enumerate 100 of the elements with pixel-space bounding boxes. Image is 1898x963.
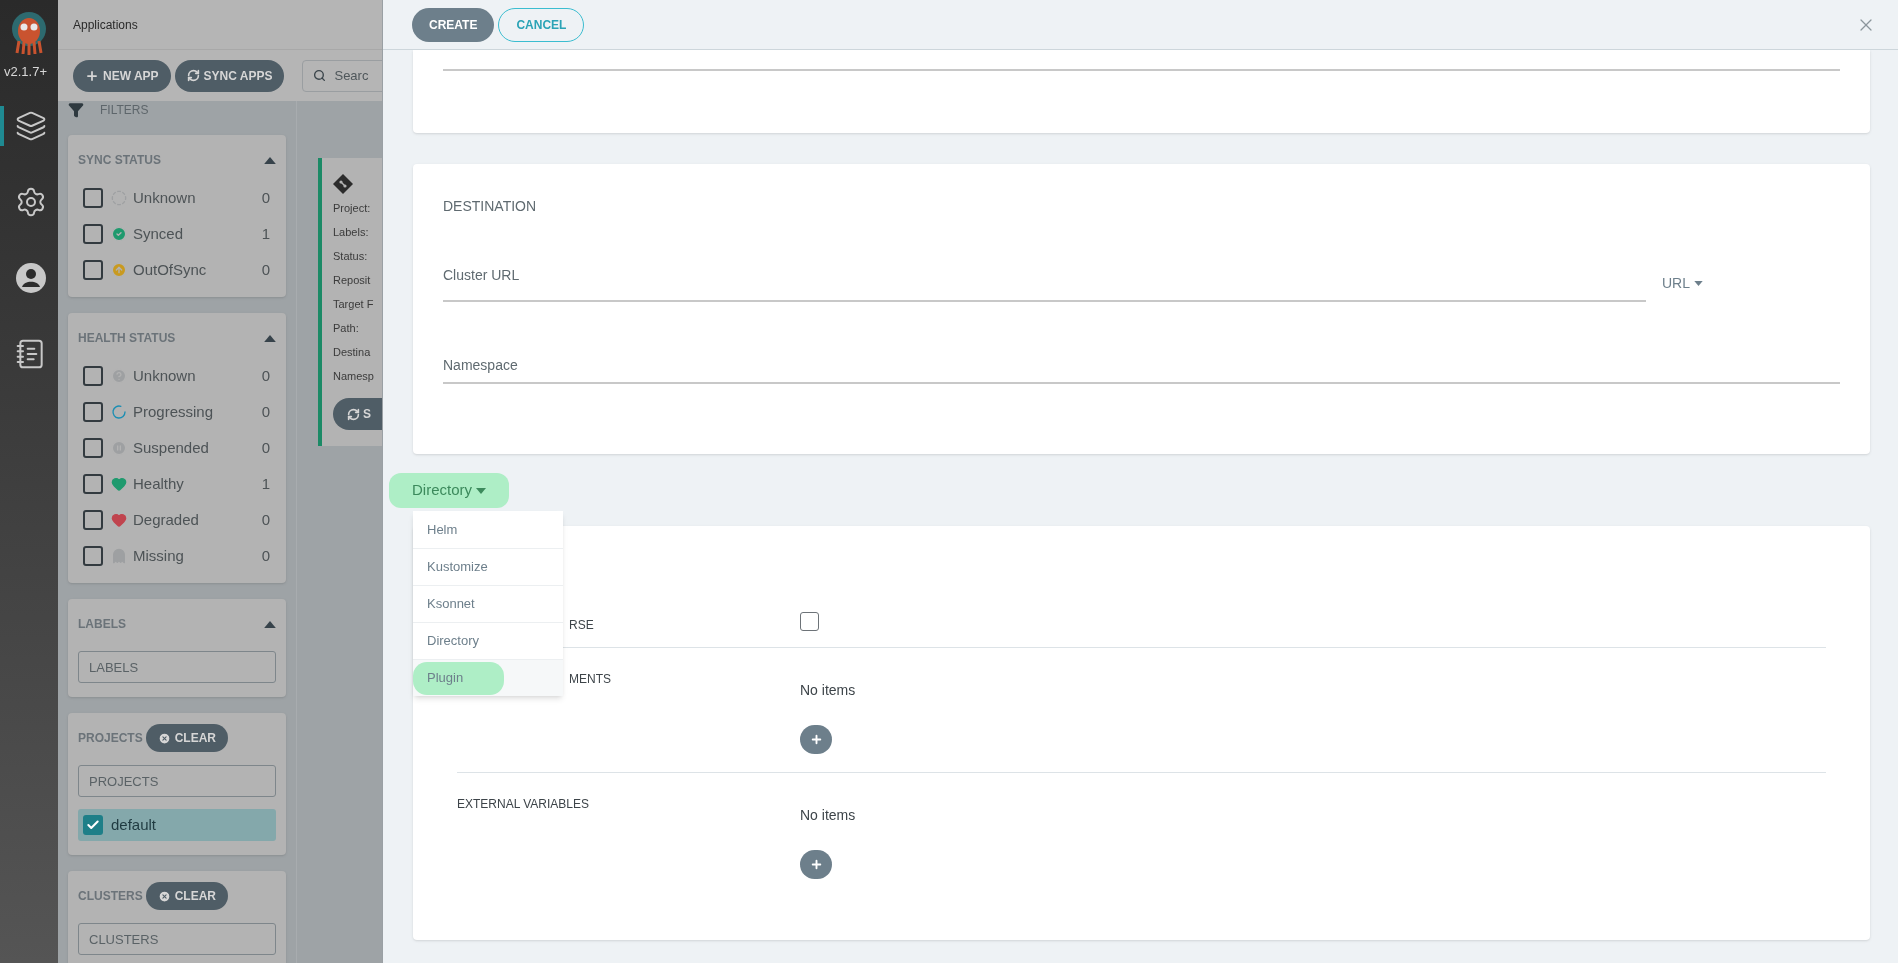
collapse-toggle[interactable] bbox=[264, 334, 276, 342]
checkbox[interactable] bbox=[83, 474, 103, 494]
new-app-button[interactable]: NEW APP bbox=[73, 59, 171, 92]
status-label: OutOfSync bbox=[133, 259, 207, 280]
plus-icon bbox=[809, 858, 823, 871]
status-count: 0 bbox=[261, 259, 270, 280]
status-count: 1 bbox=[261, 473, 270, 494]
filter-icon bbox=[68, 102, 84, 118]
caret-up-icon bbox=[264, 156, 276, 164]
status-label: Unknown bbox=[133, 187, 196, 208]
add-button[interactable] bbox=[800, 850, 832, 879]
setting-label: RSE bbox=[569, 618, 594, 632]
search-placeholder: Searc bbox=[334, 66, 369, 85]
status-count: 0 bbox=[261, 509, 270, 530]
clear-button[interactable]: CLEAR bbox=[145, 882, 228, 910]
status-label: Missing bbox=[133, 545, 184, 566]
settings-icon[interactable] bbox=[15, 185, 47, 218]
field-label: Target F bbox=[333, 297, 375, 312]
checkbox[interactable] bbox=[83, 546, 103, 566]
add-button[interactable] bbox=[800, 725, 832, 754]
git-diamond-icon bbox=[333, 174, 353, 194]
project-label: default bbox=[111, 814, 157, 835]
status-count: 1 bbox=[261, 223, 270, 244]
field-label: Project: bbox=[333, 201, 372, 216]
sync-apps-button[interactable]: SYNC APPS bbox=[174, 59, 285, 92]
filter-title: LABELS bbox=[78, 616, 126, 633]
status-count: 0 bbox=[261, 437, 270, 458]
field-label: Namesp bbox=[333, 369, 375, 384]
filter-input[interactable]: CLUSTERS bbox=[78, 923, 276, 955]
menu-item[interactable]: Ksonnet bbox=[413, 587, 475, 621]
app-card[interactable]: Project: Labels: Status: Reposit Target F Path: Destina Namesp S bbox=[318, 158, 382, 446]
source-type-dropdown[interactable]: Directory bbox=[389, 473, 509, 508]
search-icon bbox=[313, 69, 327, 82]
version-label: v2.1.7+ bbox=[3, 63, 47, 81]
sync-icon bbox=[347, 407, 360, 421]
checkbox[interactable] bbox=[83, 438, 103, 458]
heart-icon bbox=[111, 476, 127, 492]
menu-item[interactable]: Kustomize bbox=[413, 550, 488, 584]
status-label: Unknown bbox=[133, 365, 196, 386]
filter-title: HEALTH STATUS bbox=[78, 330, 176, 347]
field-label: Labels: bbox=[333, 225, 370, 240]
setting-label: MENTS bbox=[569, 672, 611, 686]
field-label: Reposit bbox=[333, 273, 372, 288]
caret-up-icon bbox=[264, 334, 276, 342]
filter-title: CLUSTERS bbox=[78, 888, 143, 905]
cancel-button[interactable]: CANCEL bbox=[498, 7, 585, 42]
field-label: Path: bbox=[333, 321, 360, 336]
sync-button[interactable]: S bbox=[333, 398, 382, 430]
caret-down-icon bbox=[1694, 281, 1703, 286]
broken-heart-icon bbox=[111, 512, 127, 528]
status-label: Healthy bbox=[133, 473, 184, 494]
status-count: 0 bbox=[261, 401, 270, 422]
menu-item[interactable]: Plugin bbox=[413, 661, 504, 695]
checkbox[interactable] bbox=[83, 402, 103, 422]
status-label: Synced bbox=[133, 223, 184, 244]
checkbox[interactable] bbox=[83, 188, 103, 208]
close-circle-icon bbox=[157, 731, 171, 745]
progress-ring-icon bbox=[111, 404, 127, 420]
setting-label: EXTERNAL VARIABLES bbox=[457, 797, 590, 811]
collapse-toggle[interactable] bbox=[264, 156, 276, 164]
plus-icon bbox=[809, 733, 823, 746]
filters-heading: FILTERS bbox=[100, 102, 149, 119]
filter-title: PROJECTS bbox=[78, 730, 143, 747]
checkbox[interactable] bbox=[83, 224, 103, 244]
octopus-logo bbox=[9, 10, 49, 56]
menu-item[interactable]: Helm bbox=[413, 513, 458, 546]
collapse-toggle[interactable] bbox=[264, 620, 276, 628]
namespace-field[interactable]: Namespace bbox=[443, 352, 1840, 384]
check-icon bbox=[86, 818, 100, 832]
page-title: Applications bbox=[73, 16, 138, 34]
checkbox[interactable] bbox=[83, 510, 103, 530]
menu-item[interactable]: Directory bbox=[413, 624, 479, 658]
field-label: Destina bbox=[333, 345, 372, 360]
checkbox[interactable] bbox=[83, 366, 103, 386]
create-button[interactable]: CREATE bbox=[412, 7, 495, 42]
status-label: Suspended bbox=[133, 437, 209, 458]
checkbox[interactable] bbox=[83, 260, 103, 280]
status-label: Progressing bbox=[133, 401, 214, 422]
caret-up-icon bbox=[264, 620, 276, 628]
section-title: DESTINATION bbox=[443, 197, 538, 216]
project-option[interactable]: default bbox=[78, 809, 276, 841]
cluster-url-field[interactable]: Cluster URL bbox=[443, 262, 1646, 302]
empty-list-text: No items bbox=[800, 681, 856, 700]
plus-icon bbox=[85, 68, 99, 83]
status-count: 0 bbox=[261, 545, 270, 566]
filter-input[interactable]: PROJECTS bbox=[78, 765, 276, 797]
close-circle-icon bbox=[157, 889, 171, 903]
layers-icon[interactable] bbox=[15, 109, 47, 142]
caret-down-icon bbox=[476, 487, 486, 494]
url-mode-dropdown[interactable]: URL bbox=[1662, 273, 1840, 294]
status-count: 0 bbox=[261, 187, 270, 208]
user-icon[interactable] bbox=[15, 261, 47, 294]
filter-input[interactable]: LABELS bbox=[78, 651, 276, 683]
clear-button[interactable]: CLEAR bbox=[145, 724, 229, 752]
status-count: 0 bbox=[261, 365, 270, 386]
empty-list-text: No items bbox=[800, 806, 856, 825]
checkbox[interactable] bbox=[83, 815, 103, 835]
check-circle-icon bbox=[111, 226, 127, 242]
checkbox[interactable] bbox=[800, 612, 819, 631]
status-label: Degraded bbox=[133, 509, 199, 530]
